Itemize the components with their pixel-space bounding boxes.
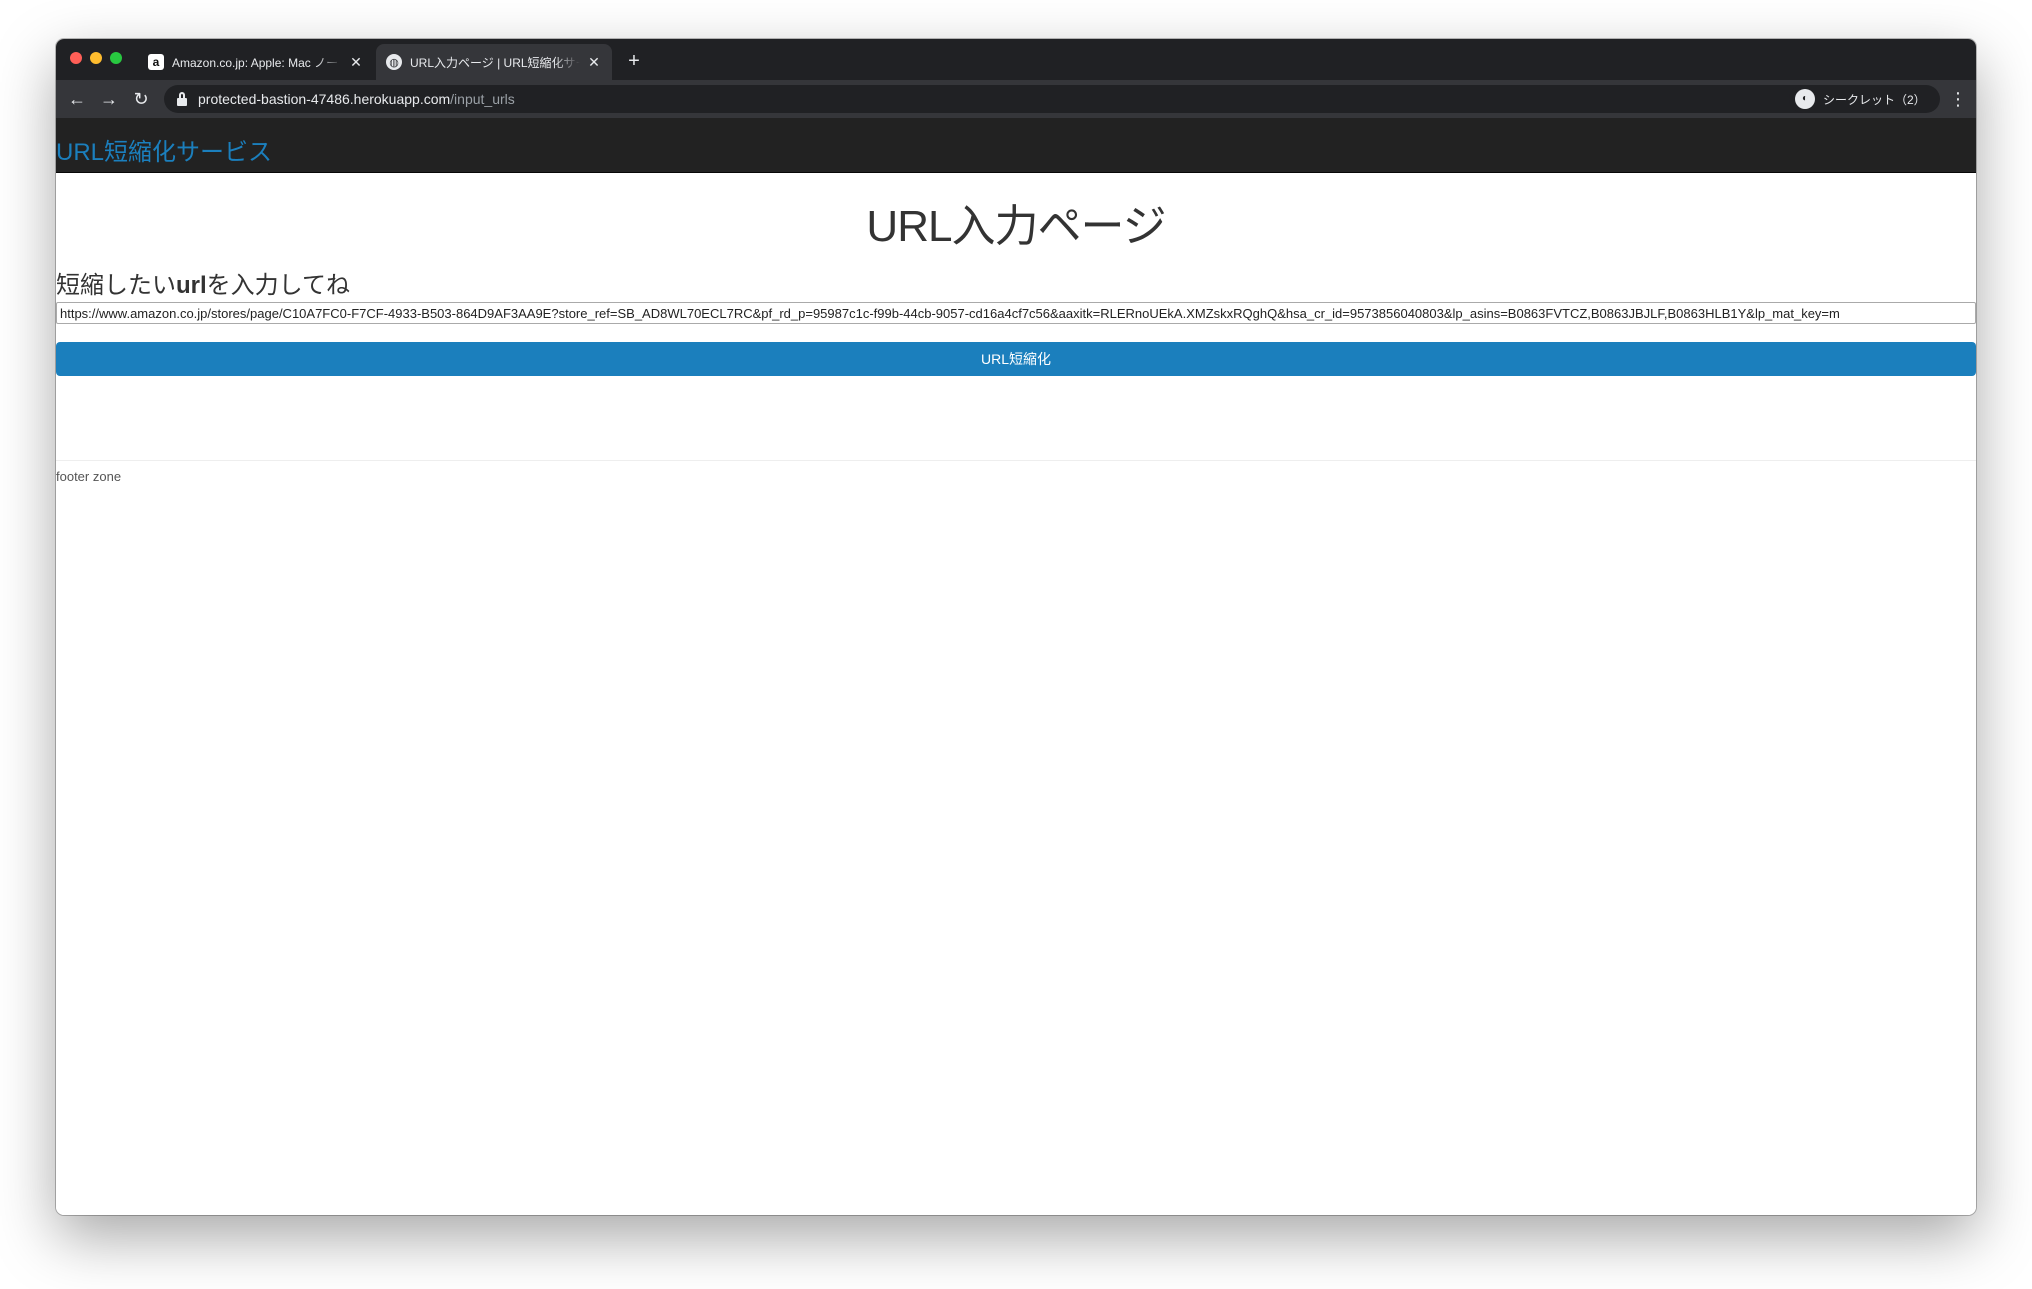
- address-bar[interactable]: protected-bastion-47486.herokuapp.com/in…: [164, 85, 1884, 113]
- incognito-button[interactable]: ◐ シークレット（2）: [1789, 85, 1940, 113]
- site-navbar: URL短縮化サービス: [56, 118, 1976, 173]
- close-window-icon[interactable]: [70, 52, 82, 64]
- incognito-icon: ◐: [1795, 89, 1815, 109]
- minimize-window-icon[interactable]: [90, 52, 102, 64]
- footer-text: footer zone: [56, 469, 122, 484]
- site-brand-link[interactable]: URL短縮化サービス: [56, 132, 272, 167]
- new-tab-plus-icon[interactable]: +: [624, 51, 644, 71]
- tab-title: URL入力ページ | URL短縮化サービス: [410, 55, 580, 70]
- address-host: protected-bastion-47486.herokuapp.com: [198, 91, 451, 107]
- more-menu-icon[interactable]: ⋮: [1948, 87, 1968, 111]
- zoom-window-icon[interactable]: [110, 52, 122, 64]
- label-suffix: を入力してね: [206, 272, 350, 299]
- close-icon[interactable]: ✕: [348, 54, 364, 70]
- url-field-label: 短縮したいurlを入力してね: [56, 265, 350, 300]
- globe-icon: ◍: [386, 54, 402, 70]
- tab-title: Amazon.co.jp: Apple: Mac ノート: [172, 55, 342, 70]
- shorten-url-button[interactable]: URL短縮化: [56, 342, 1976, 376]
- tab-strip: a Amazon.co.jp: Apple: Mac ノート ✕ ◍ URL入力…: [56, 39, 1976, 80]
- browser-window: a Amazon.co.jp: Apple: Mac ノート ✕ ◍ URL入力…: [56, 39, 1976, 1215]
- footer-divider: [56, 460, 1976, 461]
- page-title: URL入力ページ: [866, 202, 1166, 251]
- back-arrow-icon[interactable]: ←: [65, 87, 89, 111]
- close-icon[interactable]: ✕: [586, 54, 602, 70]
- incognito-label: シークレット（2）: [1823, 92, 1926, 107]
- address-path: /input_urls: [450, 91, 515, 107]
- lock-icon[interactable]: [176, 92, 188, 106]
- forward-arrow-icon[interactable]: →: [97, 87, 121, 111]
- amazon-a-icon: a: [148, 54, 164, 70]
- reload-icon[interactable]: ↻: [129, 87, 153, 111]
- label-prefix: 短縮したい: [56, 272, 176, 299]
- browser-toolbar: ← → ↻ protected-bastion-47486.herokuapp.…: [56, 80, 1976, 118]
- tab-url-input[interactable]: ◍ URL入力ページ | URL短縮化サービス ✕: [376, 44, 612, 80]
- tab-amazon[interactable]: a Amazon.co.jp: Apple: Mac ノート ✕: [138, 44, 374, 80]
- url-input[interactable]: [56, 302, 1976, 324]
- page-content: URL短縮化サービス URL入力ページ 短縮したいurlを入力してね URL短縮…: [56, 118, 1976, 1215]
- label-bold: url: [176, 272, 207, 299]
